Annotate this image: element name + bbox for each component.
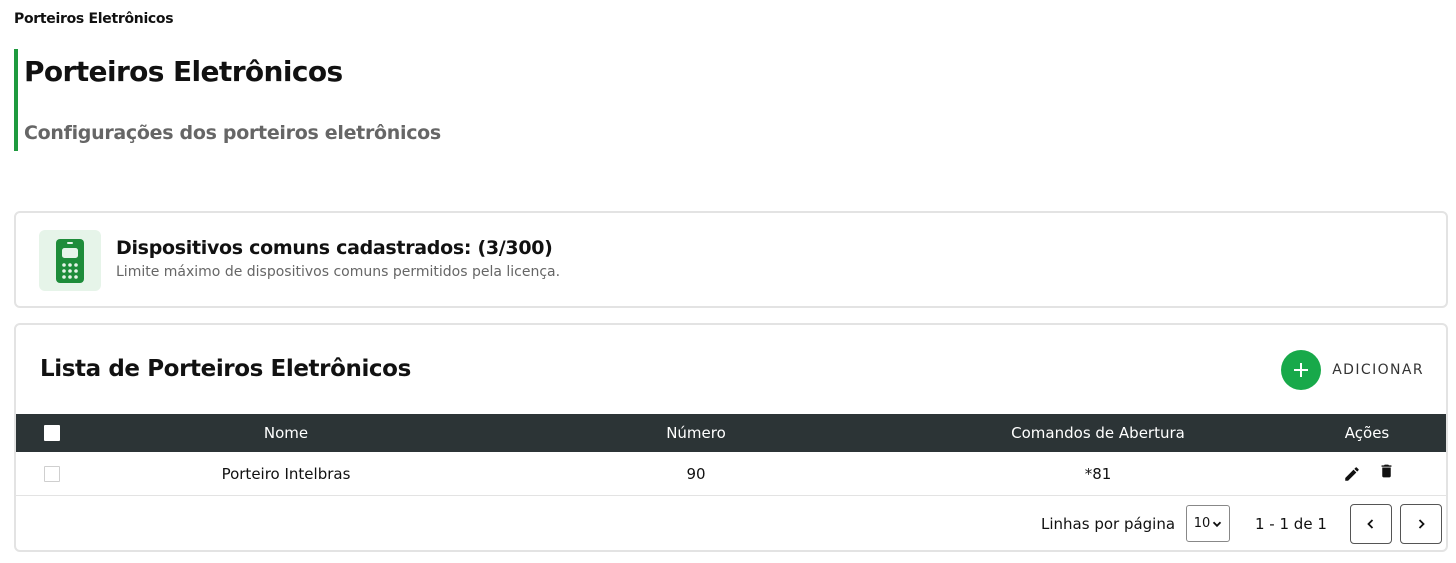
add-circle[interactable]	[1281, 350, 1322, 390]
trash-icon	[1381, 464, 1391, 477]
column-header-nome[interactable]: Nome	[136, 414, 436, 452]
row-checkbox[interactable]	[44, 465, 60, 482]
pencil-icon	[1345, 466, 1359, 481]
select-all-cell	[44, 414, 60, 452]
rows-per-page-value: 10	[1193, 516, 1211, 531]
page-title: Porteiros Eletrônicos	[24, 55, 343, 88]
page-header: Porteiros Eletrônicos Configurações dos …	[14, 49, 614, 151]
chevron-left-icon	[1367, 519, 1374, 529]
row-comandos: *81	[1084, 464, 1112, 483]
list-title: Lista de Porteiros Eletrônicos	[40, 356, 411, 382]
device-count-title: Dispositivos comuns cadastrados: (3/300)	[116, 237, 553, 259]
select-all-checkbox[interactable]	[44, 425, 60, 441]
row-numero: 90	[686, 464, 706, 483]
table-header: Nome Número Comandos de Abertura Ações	[16, 414, 1446, 452]
table-row: Porteiro Intelbras 90 *81	[16, 452, 1446, 496]
add-button-label[interactable]: ADICIONAR	[1332, 362, 1424, 378]
row-nome: Porteiro Intelbras	[221, 464, 351, 483]
column-header-acoes: Ações	[1344, 424, 1390, 442]
column-header-numero[interactable]: Número	[546, 414, 846, 452]
plus-icon	[1294, 363, 1309, 377]
delete-button[interactable]	[1374, 449, 1398, 492]
pagination-range: 1 - 1 de 1	[1255, 515, 1327, 533]
chevron-down-icon	[1213, 521, 1222, 527]
rows-per-page-label: Linhas por página	[1041, 515, 1176, 533]
row-select-cell	[44, 452, 60, 495]
add-intercom-button[interactable]: ADICIONAR	[1281, 350, 1424, 390]
device-icon-box	[39, 230, 101, 291]
breadcrumb: Porteiros Eletrônicos	[14, 11, 174, 27]
table-pagination: Linhas por página 10 1 - 1 de 1	[16, 496, 1446, 550]
intercom-device-icon	[56, 238, 84, 283]
previous-page-button[interactable]	[1350, 504, 1392, 544]
device-limit-description: Limite máximo de dispositivos comuns per…	[116, 264, 561, 280]
edit-button[interactable]	[1339, 452, 1365, 495]
page-subtitle: Configurações dos porteiros eletrônicos	[24, 122, 441, 144]
intercom-list-card: Lista de Porteiros Eletrônicos ADICIONAR…	[14, 323, 1448, 552]
chevron-right-icon	[1418, 519, 1425, 529]
next-page-button[interactable]	[1400, 504, 1442, 544]
rows-per-page-select[interactable]: 10	[1186, 505, 1230, 542]
device-limit-card: Dispositivos comuns cadastrados: (3/300)…	[14, 211, 1448, 308]
column-header-comandos[interactable]: Comandos de Abertura	[948, 414, 1248, 452]
